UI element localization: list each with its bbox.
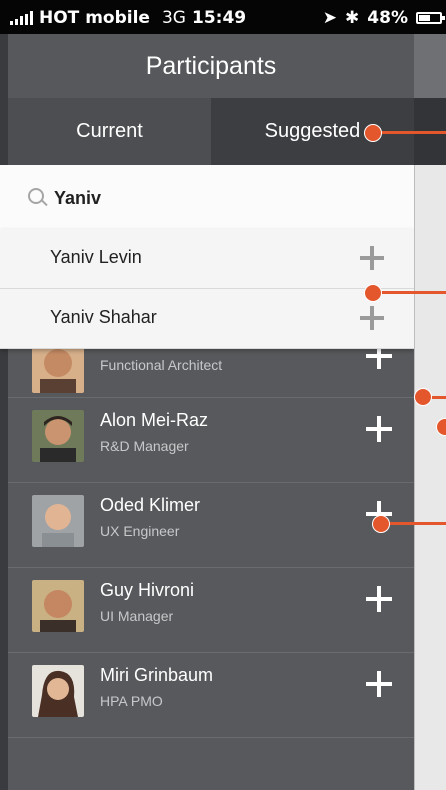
- search-input[interactable]: [52, 181, 376, 215]
- battery-icon: [416, 12, 445, 24]
- add-suggestion-icon[interactable]: [360, 306, 384, 330]
- participant-row[interactable]: Oded Klimer UX Engineer: [8, 483, 414, 568]
- participant-role: UI Manager: [100, 608, 174, 624]
- carrier-label: HOT mobile: [39, 8, 150, 28]
- background-screen: [414, 34, 446, 790]
- callout-line: [372, 291, 446, 294]
- avatar: [32, 495, 84, 547]
- tab-current[interactable]: Current: [8, 98, 211, 165]
- participant-row[interactable]: Functional Architect: [8, 341, 414, 398]
- add-participant-icon[interactable]: [366, 416, 392, 442]
- participant-role: UX Engineer: [100, 523, 180, 539]
- page-title: Participants: [8, 34, 414, 98]
- search-field[interactable]: [0, 165, 414, 230]
- suggestion-item[interactable]: Yaniv Levin: [0, 229, 414, 289]
- add-participant-icon[interactable]: [366, 586, 392, 612]
- status-bar: HOT mobile 3G 15:49 ➤ ✱ 48%: [0, 0, 446, 34]
- signal-icon: [10, 11, 33, 25]
- participant-role: R&D Manager: [100, 438, 189, 454]
- participant-name: Guy Hivroni: [100, 580, 195, 600]
- callout-dot: [372, 515, 390, 533]
- suggestion-name: Yaniv Shahar: [50, 307, 157, 327]
- avatar: [32, 410, 84, 462]
- participant-role: Functional Architect: [100, 357, 223, 373]
- suggestion-item[interactable]: Yaniv Shahar: [0, 289, 414, 349]
- suggestion-dropdown: Yaniv Levin Yaniv Shahar: [0, 229, 414, 349]
- participant-name: Miri Grinbaum: [100, 665, 214, 685]
- network-label: 3G: [161, 8, 186, 28]
- battery-percent: 48%: [367, 8, 408, 28]
- clock: 15:49: [192, 8, 247, 28]
- participant-row[interactable]: Miri Grinbaum HPA PMO: [8, 653, 414, 738]
- search-icon: [28, 188, 44, 204]
- callout-line: [372, 131, 446, 134]
- add-participant-icon[interactable]: [366, 671, 392, 697]
- participants-panel: Participants Current Suggested Functiona…: [8, 34, 414, 790]
- participant-row[interactable]: Guy Hivroni UI Manager: [8, 568, 414, 653]
- participant-name: Oded Klimer: [100, 495, 201, 515]
- participant-name: Alon Mei-Raz: [100, 410, 209, 430]
- location-icon: ➤: [322, 8, 338, 28]
- callout-dot: [414, 388, 432, 406]
- add-suggestion-icon[interactable]: [360, 246, 384, 270]
- callout-dot: [364, 124, 382, 142]
- suggestion-name: Yaniv Levin: [50, 247, 142, 267]
- tab-bar: Current Suggested: [8, 98, 414, 165]
- participant-list: Functional Architect Alon Mei-Raz R&D Ma…: [8, 341, 414, 738]
- callout-dot: [364, 284, 382, 302]
- bluetooth-icon: ✱: [345, 8, 360, 28]
- avatar: [32, 580, 84, 632]
- avatar: [32, 665, 84, 717]
- participant-row[interactable]: Alon Mei-Raz R&D Manager: [8, 398, 414, 483]
- participant-role: HPA PMO: [100, 693, 163, 709]
